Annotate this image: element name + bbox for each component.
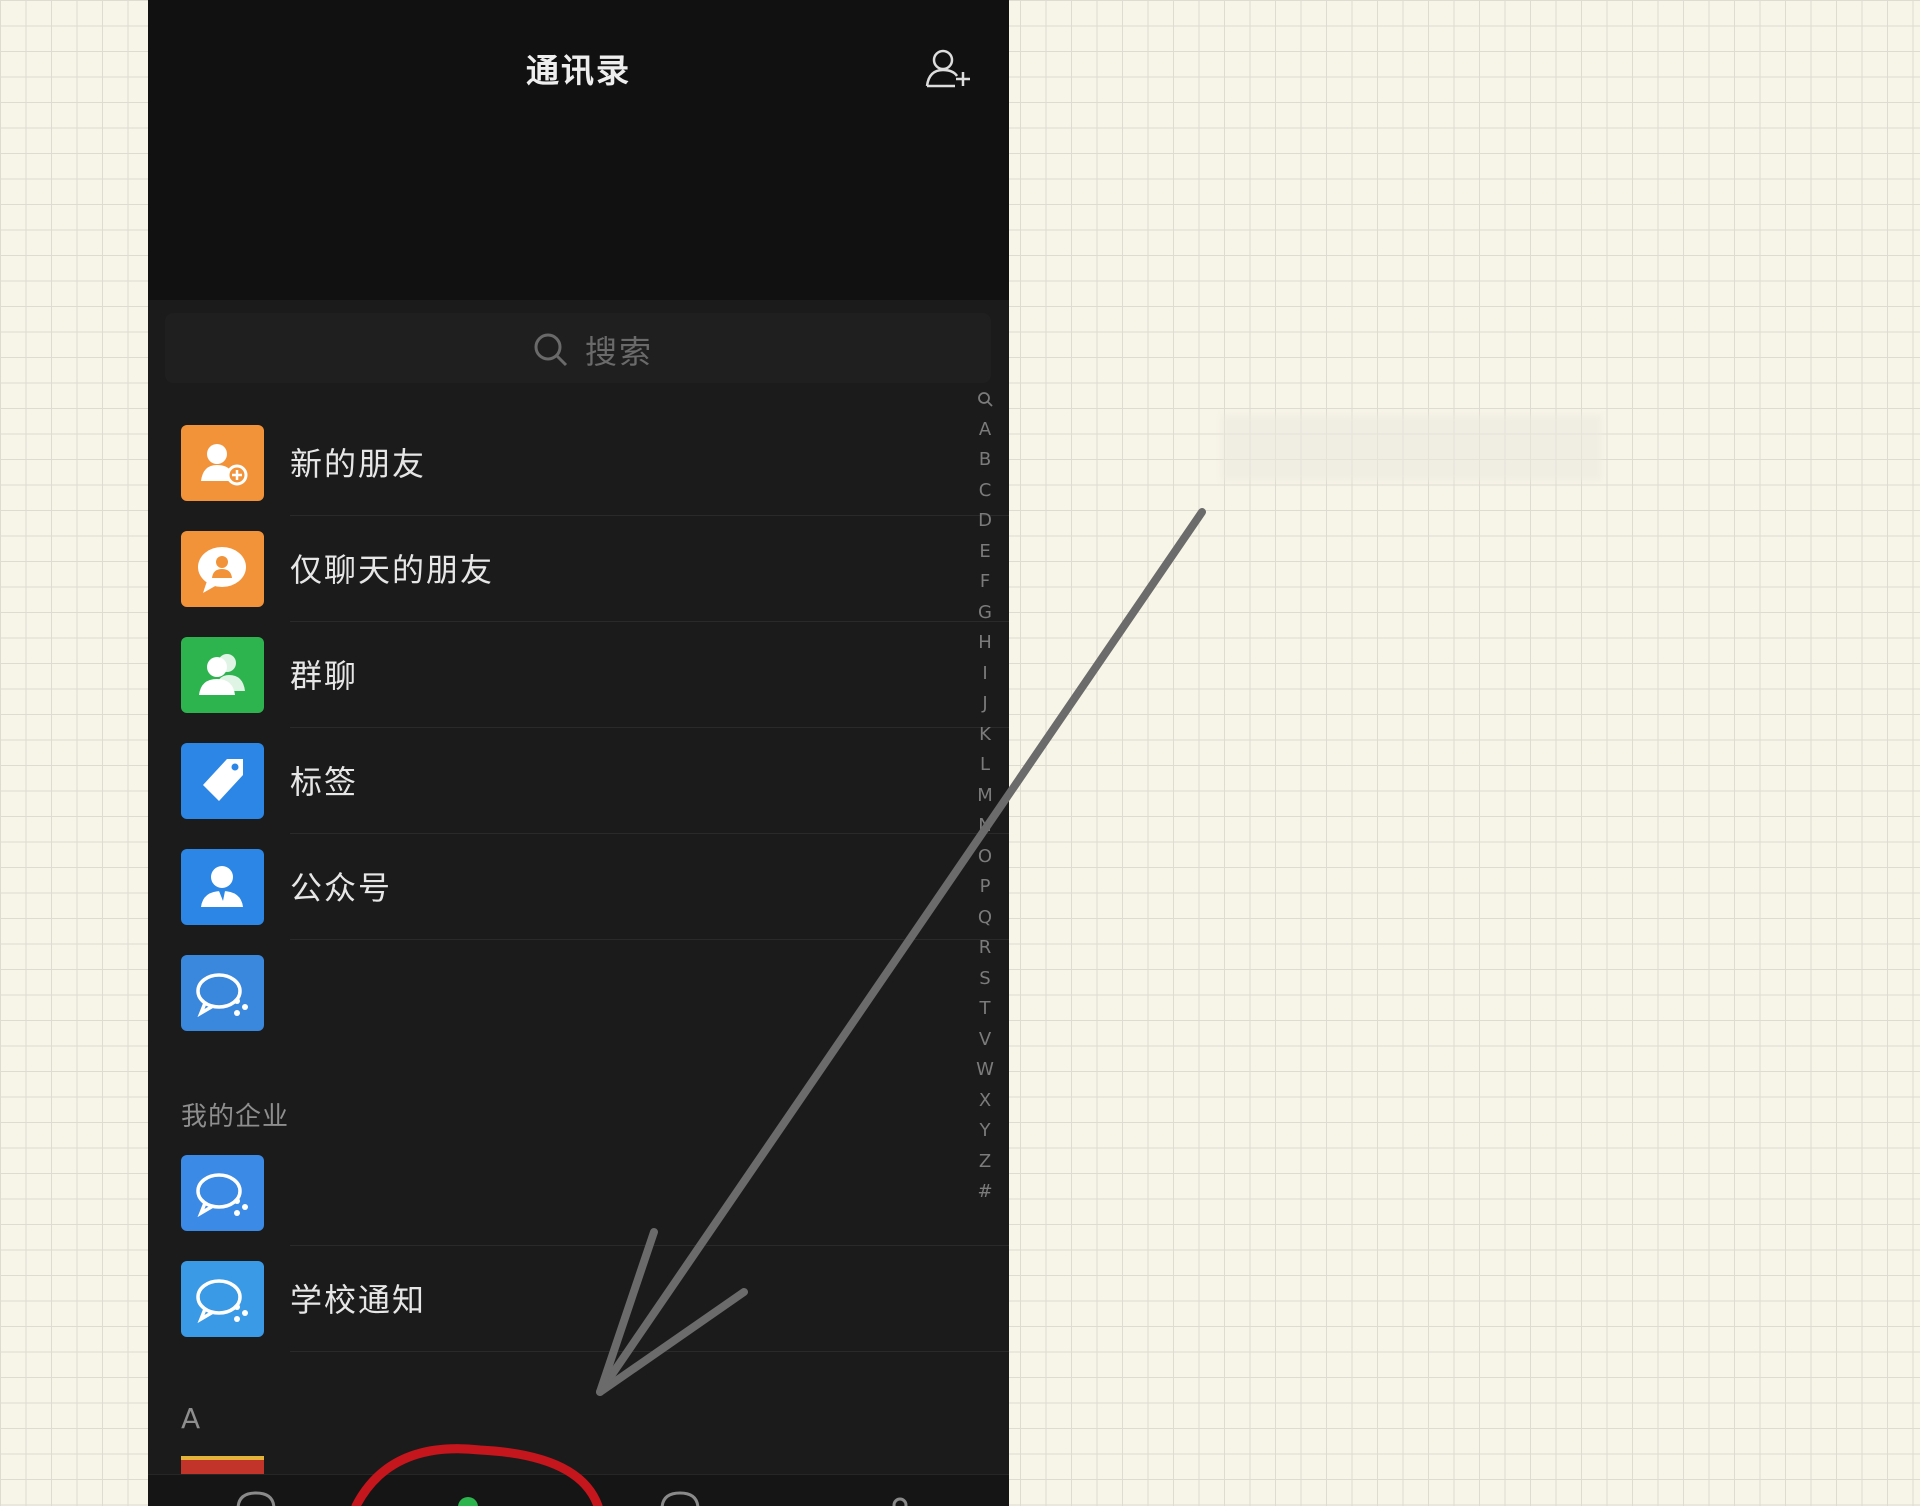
divider — [290, 1351, 1009, 1352]
index-letter[interactable]: P — [970, 872, 1000, 903]
contact-list: 新的朋友 仅聊天的朋友 群聊 标签 公众号 我的企业 学校通知 A — [148, 410, 1009, 1506]
list-item-label: 群聊 — [290, 657, 359, 695]
index-letter[interactable]: F — [970, 567, 1000, 598]
section-header-enterprise: 我的企业 — [181, 1102, 290, 1132]
index-letter[interactable]: L — [970, 750, 1000, 781]
index-letter[interactable]: W — [970, 1055, 1000, 1086]
top-bar: 通讯录 — [148, 0, 1009, 300]
alphabet-index[interactable]: A B C D E F G H I J K L M N O P Q R S T V W X Y Z # — [970, 384, 1000, 1208]
list-item-label: 公众号 — [290, 869, 393, 907]
tab-chats-icon[interactable] — [236, 1491, 276, 1506]
list-item-new-friends[interactable]: 新的朋友 — [148, 410, 1009, 516]
index-letter[interactable]: G — [970, 598, 1000, 629]
index-letter[interactable]: N — [970, 811, 1000, 842]
index-letter[interactable]: A — [970, 415, 1000, 446]
index-letter[interactable]: K — [970, 720, 1000, 751]
blurred-redaction — [1222, 415, 1602, 481]
list-item-group-chat[interactable]: 群聊 — [148, 622, 1009, 728]
index-letter[interactable]: Z — [970, 1147, 1000, 1178]
tab-me-icon[interactable] — [892, 1497, 908, 1506]
index-letter[interactable]: O — [970, 842, 1000, 873]
phone-screen: 通讯录 搜索 新的朋友 仅聊天的朋友 群聊 标签 公众号 我的企业 学校通知 A… — [148, 0, 1009, 1506]
list-item-label: 标签 — [290, 763, 359, 801]
add-contact-button[interactable] — [925, 46, 975, 90]
chat-only-friend-icon — [181, 531, 264, 607]
enterprise-chat-icon — [181, 1261, 264, 1337]
index-letter[interactable]: M — [970, 781, 1000, 812]
page-title: 通讯录 — [526, 51, 631, 90]
index-letter[interactable]: J — [970, 689, 1000, 720]
enterprise-chat-icon — [181, 955, 264, 1031]
search-icon — [534, 333, 568, 367]
index-letter[interactable]: R — [970, 933, 1000, 964]
index-letter[interactable]: # — [970, 1177, 1000, 1208]
index-letter[interactable]: C — [970, 476, 1000, 507]
add-contact-icon — [925, 49, 970, 88]
list-item-label: 学校通知 — [290, 1281, 427, 1319]
list-item-enterprise-1[interactable] — [148, 1140, 1009, 1246]
index-letter[interactable]: S — [970, 964, 1000, 995]
list-item-label: 仅聊天的朋友 — [290, 551, 495, 589]
section-header-a: A — [181, 1402, 202, 1435]
enterprise-chat-icon — [181, 1155, 264, 1231]
index-letter[interactable]: I — [970, 659, 1000, 690]
index-letter[interactable]: V — [970, 1025, 1000, 1056]
official-account-icon — [181, 849, 264, 925]
search-bar[interactable]: 搜索 — [165, 313, 991, 383]
index-letter[interactable]: H — [970, 628, 1000, 659]
index-letter[interactable]: D — [970, 506, 1000, 537]
list-item-school-notice[interactable]: 学校通知 — [148, 1246, 1009, 1352]
index-letter[interactable]: B — [970, 445, 1000, 476]
index-letter[interactable]: X — [970, 1086, 1000, 1117]
tag-icon — [181, 743, 264, 819]
new-friend-icon — [181, 425, 264, 501]
group-chat-icon — [181, 637, 264, 713]
list-item-tags[interactable]: 标签 — [148, 728, 1009, 834]
index-letter[interactable]: Y — [970, 1116, 1000, 1147]
index-letter[interactable]: T — [970, 994, 1000, 1025]
tab-contacts-icon[interactable] — [458, 1497, 478, 1506]
index-letter[interactable]: Q — [970, 903, 1000, 934]
bottom-tab-bar — [148, 1474, 1009, 1506]
index-search-icon[interactable] — [970, 384, 1000, 415]
list-item-enterprise[interactable] — [148, 940, 1009, 1046]
search-placeholder: 搜索 — [585, 333, 654, 371]
list-item-official-accounts[interactable]: 公众号 — [148, 834, 1009, 940]
list-item-chat-only-friends[interactable]: 仅聊天的朋友 — [148, 516, 1009, 622]
list-item-label: 新的朋友 — [290, 445, 427, 483]
tab-discover-icon[interactable] — [660, 1491, 700, 1506]
index-letter[interactable]: E — [970, 537, 1000, 568]
